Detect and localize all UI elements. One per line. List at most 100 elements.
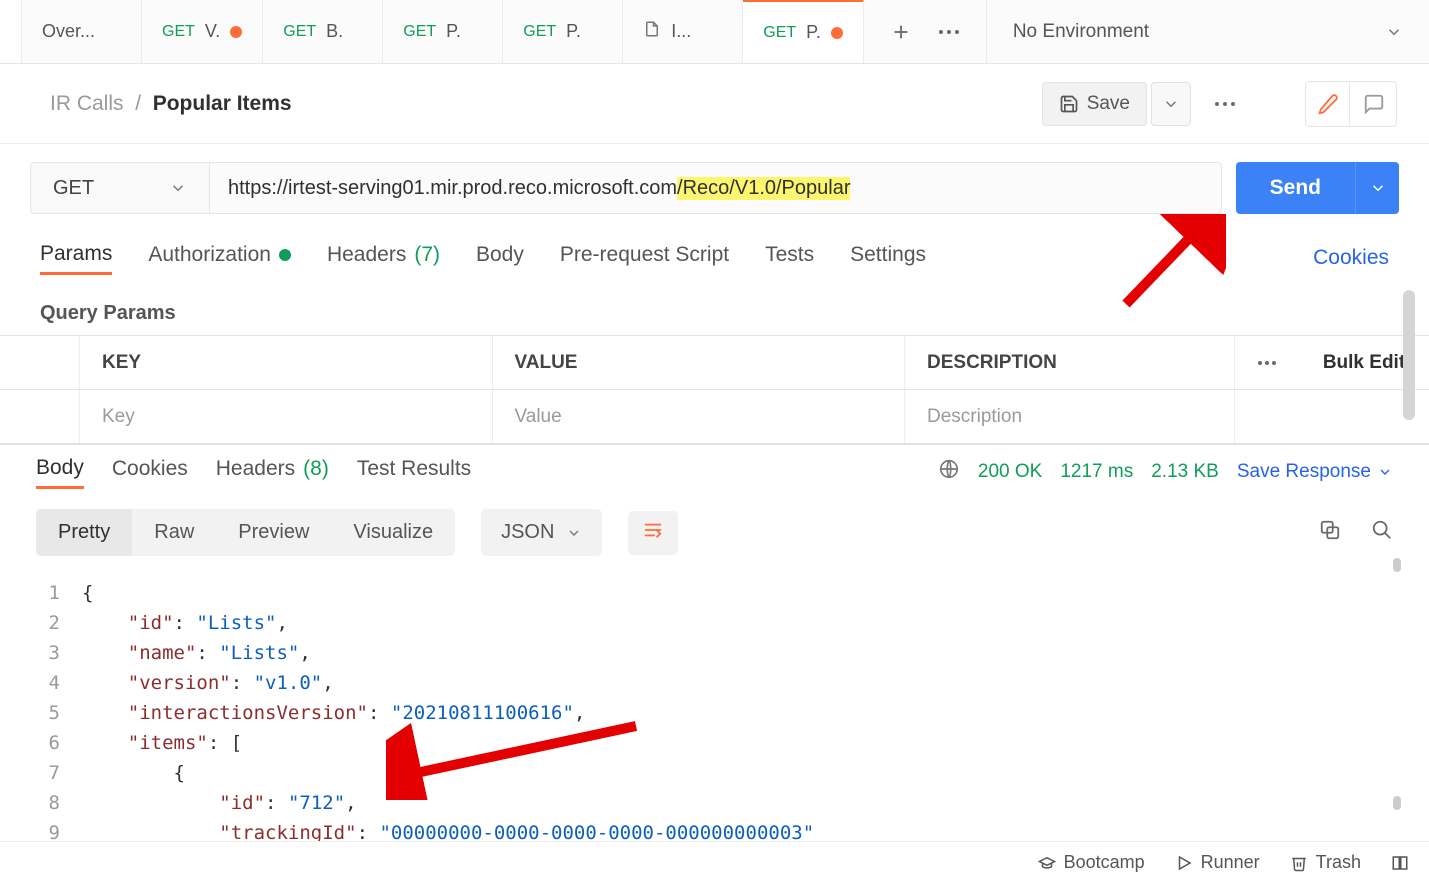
auth-dot-icon (279, 249, 291, 261)
code-token: "interactionsVersion" (128, 702, 368, 724)
description-header: DESCRIPTION (905, 336, 1235, 389)
query-params-title: Query Params (0, 284, 1429, 335)
params-table: KEY VALUE DESCRIPTION Bulk Edit Key Valu… (0, 335, 1429, 444)
send-split-button[interactable] (1355, 162, 1399, 214)
res-tab-cookies[interactable]: Cookies (112, 457, 188, 487)
code-token: "v1.0" (254, 672, 323, 694)
bootcamp-button[interactable]: Bootcamp (1038, 852, 1145, 873)
res-tab-headers[interactable]: Headers (8) (216, 457, 329, 487)
environment-label: No Environment (1013, 21, 1149, 43)
tab-label: Body (476, 243, 524, 267)
tab-more-button[interactable] (932, 15, 966, 49)
chevron-down-icon (1369, 179, 1387, 197)
bottom-bar: Bootcamp Runner Trash (0, 841, 1429, 883)
code-token: "version" (128, 672, 231, 694)
rst-label: Body (36, 456, 84, 480)
trash-button[interactable]: Trash (1290, 852, 1361, 873)
url-highlight: /Reco/V1.0/Popular (677, 177, 850, 200)
response-status: 200 OK 1217 ms 2.13 KB Save Response (938, 458, 1393, 486)
code-token: { (82, 582, 93, 604)
scrollbar-thumb[interactable] (1393, 796, 1401, 810)
documentation-button[interactable] (1306, 82, 1350, 126)
comments-button[interactable] (1352, 82, 1396, 126)
tab-actions (864, 0, 987, 63)
description-input[interactable]: Description (905, 390, 1235, 443)
view-pretty[interactable]: Pretty (36, 509, 132, 556)
code-token: "20210811100616" (391, 702, 574, 724)
tab-label: Settings (850, 243, 926, 267)
view-row: Pretty Raw Preview Visualize JSON (0, 499, 1429, 566)
status-time: 1217 ms (1060, 461, 1133, 483)
view-raw[interactable]: Raw (132, 509, 216, 556)
tab-get-p-active[interactable]: GET P. (743, 0, 864, 63)
tab-get-p1[interactable]: GET P. (383, 0, 503, 63)
trash-icon (1290, 854, 1308, 872)
breadcrumb-collection[interactable]: IR Calls (50, 92, 124, 115)
tab-get-v[interactable]: GET V. (142, 0, 263, 63)
chevron-down-icon (1385, 23, 1403, 41)
tab-authorization[interactable]: Authorization (148, 243, 291, 273)
unsaved-dot-icon (831, 27, 843, 39)
code-token: "Lists" (219, 642, 299, 664)
tab-file-i[interactable]: I... (623, 0, 743, 63)
tab-method: GET (403, 23, 436, 41)
scrollbar-thumb[interactable] (1403, 290, 1415, 420)
tab-params[interactable]: Params (40, 242, 112, 275)
url-input[interactable]: https://irtest-serving01.mir.prod.reco.m… (210, 162, 1222, 214)
format-select[interactable]: JSON (481, 509, 602, 556)
sidebar-stub (0, 0, 22, 63)
more-header[interactable] (1235, 336, 1299, 389)
tab-headers[interactable]: Headers (7) (327, 243, 440, 273)
response-body[interactable]: 1{ 2 "id": "Lists", 3 "name": "Lists", 4… (0, 566, 1429, 848)
res-tab-testresults[interactable]: Test Results (357, 457, 471, 487)
tab-label: Headers (327, 243, 406, 267)
tab-method: GET (283, 23, 316, 41)
unsaved-dot-icon (230, 26, 242, 38)
save-response-button[interactable]: Save Response (1237, 461, 1393, 483)
tab-get-b[interactable]: GET B. (263, 0, 383, 63)
method-select[interactable]: GET (30, 162, 210, 214)
view-visualize[interactable]: Visualize (331, 509, 455, 556)
key-input[interactable]: Key (80, 390, 493, 443)
tab-label: P. (446, 21, 461, 42)
cookies-link[interactable]: Cookies (1313, 246, 1389, 270)
panes-button[interactable] (1391, 854, 1409, 872)
scrollbar-thumb[interactable] (1393, 558, 1401, 572)
code-token: "id" (128, 612, 174, 634)
headers-count: (7) (414, 243, 440, 267)
rst-label: Headers (216, 457, 295, 481)
environment-select[interactable]: No Environment (987, 0, 1429, 63)
tab-label: Over... (42, 21, 95, 42)
code-token: "id" (219, 792, 265, 814)
save-split-button[interactable] (1151, 82, 1191, 126)
send-button[interactable]: Send (1236, 162, 1355, 214)
tab-tests[interactable]: Tests (765, 243, 814, 273)
tab-method: GET (523, 23, 556, 41)
value-input[interactable]: Value (493, 390, 906, 443)
copy-button[interactable] (1319, 519, 1341, 547)
add-tab-button[interactable] (884, 15, 918, 49)
tab-get-p2[interactable]: GET P. (503, 0, 623, 63)
checkbox-cell[interactable] (0, 390, 80, 443)
view-preview[interactable]: Preview (216, 509, 331, 556)
tab-overview[interactable]: Over... (22, 0, 142, 63)
tab-body[interactable]: Body (476, 243, 524, 273)
trash-label: Trash (1316, 852, 1361, 873)
res-tab-body[interactable]: Body (36, 456, 84, 489)
rst-label: Cookies (112, 457, 188, 481)
chevron-down-icon (1162, 95, 1180, 113)
tab-label: Authorization (148, 243, 271, 267)
tab-prerequest[interactable]: Pre-request Script (560, 243, 729, 273)
runner-button[interactable]: Runner (1175, 852, 1260, 873)
more-actions-button[interactable] (1205, 82, 1245, 126)
code-token: { (174, 762, 185, 784)
chevron-down-icon (566, 525, 582, 541)
search-button[interactable] (1371, 519, 1393, 547)
params-empty-row: Key Value Description (0, 390, 1429, 444)
breadcrumb-sep: / (129, 92, 152, 115)
wrap-button[interactable] (628, 511, 678, 555)
save-button[interactable]: Save (1042, 82, 1147, 126)
view-toggle-group: Pretty Raw Preview Visualize (36, 509, 455, 556)
tab-bar: Over... GET V. GET B. GET P. GET P. I...… (0, 0, 1429, 64)
tab-settings[interactable]: Settings (850, 243, 926, 273)
